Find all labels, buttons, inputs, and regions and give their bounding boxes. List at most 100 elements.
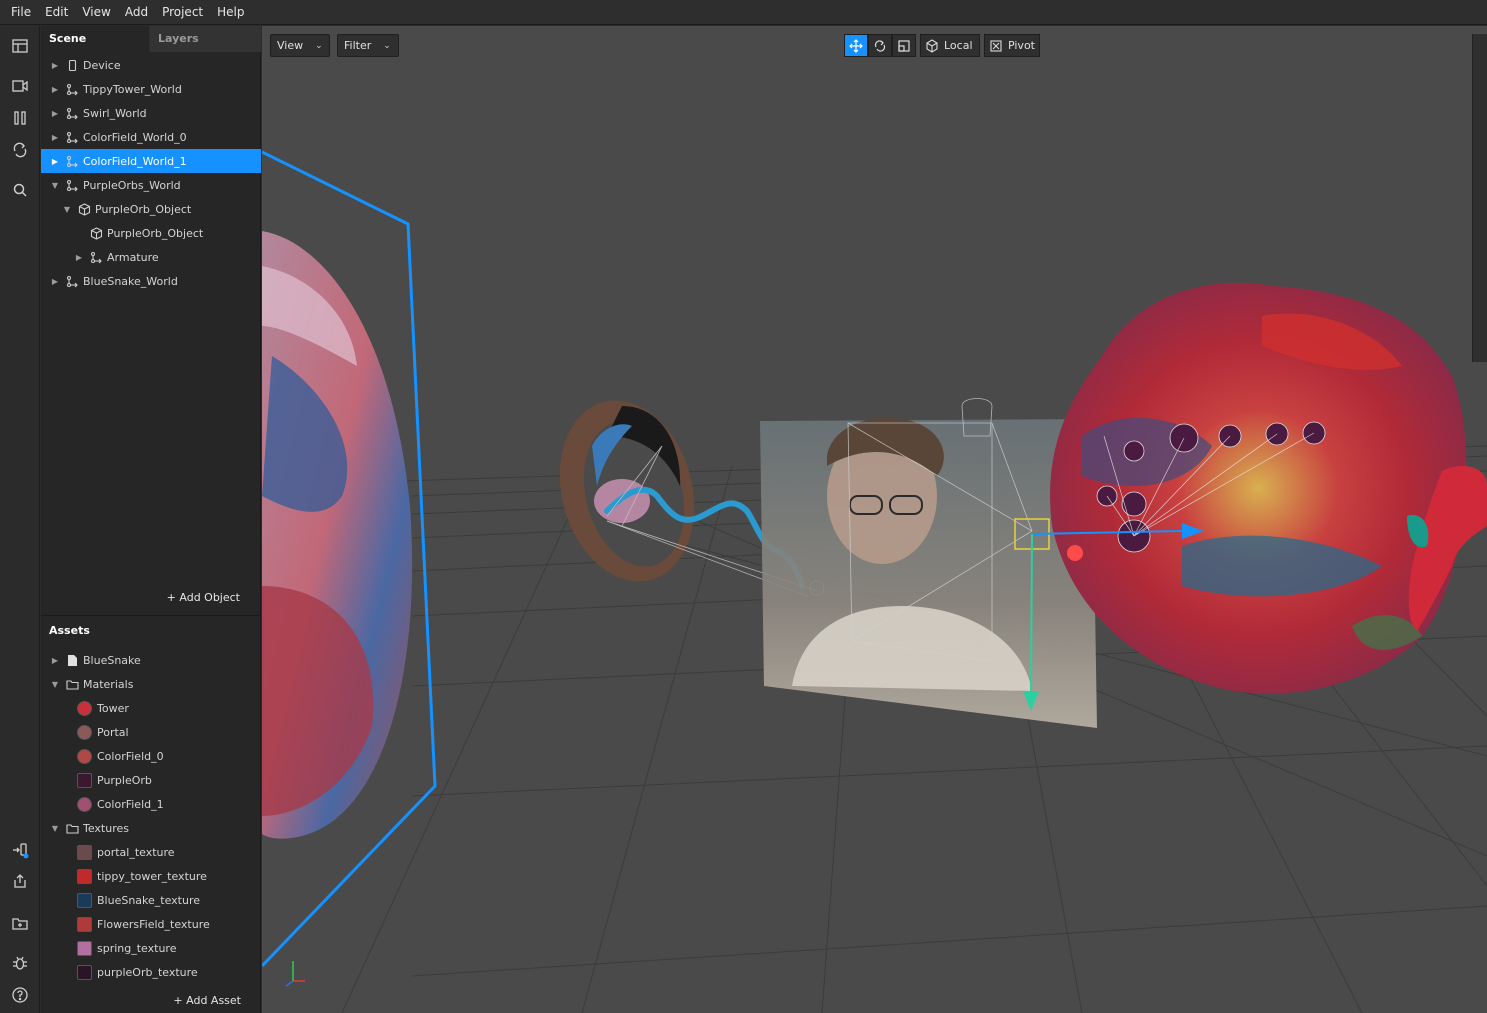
asset-item-label: Textures: [83, 821, 129, 835]
scale-tool-icon[interactable]: [892, 34, 916, 57]
caret-down-icon[interactable]: ▼: [62, 204, 72, 214]
pause-icon[interactable]: [8, 106, 32, 130]
cube-icon: [89, 226, 103, 240]
add-folder-icon[interactable]: [8, 911, 32, 935]
caret-right-icon[interactable]: ▶: [50, 60, 60, 70]
add-object-button[interactable]: + Add Object: [167, 591, 240, 604]
scene-item-colorfield-world-0[interactable]: ▶ ColorField_World_0: [41, 125, 261, 149]
viewport-render[interactable]: [262, 26, 1487, 1013]
caret-right-icon[interactable]: ▶: [74, 252, 84, 262]
menu-add[interactable]: Add: [118, 0, 155, 25]
caret-right-icon[interactable]: ▶: [50, 108, 60, 118]
asset-item-portal[interactable]: Portal: [41, 720, 261, 744]
scene-tabs: Scene Layers: [41, 26, 261, 52]
camera-preview-icon[interactable]: [8, 74, 32, 98]
scene-item-label: Armature: [107, 250, 159, 264]
filter-dropdown[interactable]: Filter ⌄: [337, 34, 399, 57]
tab-scene[interactable]: Scene: [41, 26, 149, 52]
bug-icon[interactable]: [8, 951, 32, 975]
assets-title: Assets: [49, 624, 90, 637]
caret-right-icon[interactable]: ▶: [50, 276, 60, 286]
device-pair-icon[interactable]: [8, 838, 32, 862]
rotate-tool-icon[interactable]: [868, 34, 892, 57]
asset-item-bluesnake[interactable]: ▶ BlueSnake: [41, 648, 261, 672]
asset-item-label: purpleOrb_texture: [97, 965, 198, 979]
caret-down-icon[interactable]: ▼: [50, 679, 60, 689]
asset-item-flowersfield-texture[interactable]: FlowersField_texture: [41, 912, 261, 936]
scene-item-bluesnake-world[interactable]: ▶ BlueSnake_World: [41, 269, 261, 293]
asset-item-label: tippy_tower_texture: [97, 869, 207, 883]
camera-video-plane[interactable]: [760, 417, 1097, 728]
transform-icon: [65, 154, 79, 168]
scene-item-colorfield-world-1[interactable]: ▶ ColorField_World_1: [41, 149, 261, 173]
menu-help[interactable]: Help: [210, 0, 251, 25]
caret-down-icon[interactable]: ▼: [50, 180, 60, 190]
chevron-down-icon: ⌄: [383, 40, 391, 51]
scene-item-purpleorb-object[interactable]: ▼ PurpleOrb_Object: [41, 197, 261, 221]
scene-item-label: ColorField_World_0: [83, 130, 187, 144]
scene-item-label: Swirl_World: [83, 106, 147, 120]
transform-icon: [65, 274, 79, 288]
menu-view[interactable]: View: [75, 0, 117, 25]
view-dropdown[interactable]: View ⌄: [270, 34, 330, 57]
caret-down-icon[interactable]: ▼: [50, 823, 60, 833]
search-icon[interactable]: [8, 178, 32, 202]
scene-item-purpleorbs-world[interactable]: ▼ PurpleOrbs_World: [41, 173, 261, 197]
share-icon[interactable]: [8, 869, 32, 893]
tab-layers[interactable]: Layers: [150, 26, 261, 52]
scene-item-device[interactable]: ▶ Device: [41, 53, 261, 77]
material-thumbnail-icon: [77, 772, 92, 788]
help-icon[interactable]: [8, 983, 32, 1007]
menu-project[interactable]: Project: [155, 0, 210, 25]
scene-item-purpleorb-object[interactable]: ▶PurpleOrb_Object: [41, 221, 261, 245]
scene-item-label: Device: [83, 58, 121, 72]
filter-label: Filter: [344, 39, 372, 52]
asset-item-portal-texture[interactable]: portal_texture: [41, 840, 261, 864]
asset-item-label: ColorField_1: [97, 797, 164, 811]
menu-edit[interactable]: Edit: [38, 0, 75, 25]
scene-panel: Scene Layers ▶ Device ▶ TippyTower_World ▶ Sw…: [41, 26, 261, 615]
scene-item-swirl-world[interactable]: ▶ Swirl_World: [41, 101, 261, 125]
view-label: View: [277, 39, 304, 52]
scene-item-tippytower-world[interactable]: ▶ TippyTower_World: [41, 77, 261, 101]
scene-item-label: PurpleOrbs_World: [83, 178, 181, 192]
world-axes-icon: [285, 961, 305, 987]
asset-item-label: ColorField_0: [97, 749, 164, 763]
folder-icon: [65, 821, 79, 835]
menu-file[interactable]: File: [4, 0, 38, 25]
asset-item-label: BlueSnake_texture: [97, 893, 201, 907]
asset-item-spring-texture[interactable]: spring_texture: [41, 936, 261, 960]
material-thumbnail-icon: [77, 724, 92, 740]
preview-panel-edge[interactable]: [1472, 34, 1487, 362]
folder-icon: [65, 677, 79, 691]
add-asset-button[interactable]: + Add Asset: [173, 994, 241, 1007]
asset-item-textures[interactable]: ▼ Textures: [41, 816, 261, 840]
pivot-toggle[interactable]: Pivot: [984, 34, 1040, 57]
caret-right-icon[interactable]: ▶: [50, 655, 60, 665]
asset-item-purpleorb[interactable]: PurpleOrb: [41, 768, 261, 792]
asset-item-colorfield-0[interactable]: ColorField_0: [41, 744, 261, 768]
gizmo-toolbar: Local Pivot: [844, 34, 1040, 57]
asset-item-tippy-tower-texture[interactable]: tippy_tower_texture: [41, 864, 261, 888]
asset-item-purpleorb-texture[interactable]: purpleOrb_texture: [41, 960, 261, 984]
move-tool-icon[interactable]: [844, 34, 868, 57]
panels-layout-icon[interactable]: [8, 34, 32, 58]
local-space-toggle[interactable]: Local: [920, 34, 980, 57]
refresh-icon[interactable]: [8, 138, 32, 162]
menu-bar: File Edit View Add Project Help: [0, 0, 1487, 25]
asset-item-tower[interactable]: Tower: [41, 696, 261, 720]
asset-item-bluesnake-texture[interactable]: BlueSnake_texture: [41, 888, 261, 912]
caret-right-icon[interactable]: ▶: [50, 132, 60, 142]
left-toolbar: [0, 26, 40, 1013]
caret-right-icon[interactable]: ▶: [50, 156, 60, 166]
device-icon: [65, 58, 79, 72]
texture-thumbnail-icon: [77, 868, 92, 884]
asset-item-label: Portal: [97, 725, 129, 739]
asset-item-materials[interactable]: ▼ Materials: [41, 672, 261, 696]
local-label: Local: [944, 39, 973, 52]
scene-viewport[interactable]: View ⌄ Filter ⌄ Local Pivot: [262, 26, 1487, 1013]
asset-item-colorfield-1[interactable]: ColorField_1: [41, 792, 261, 816]
caret-right-icon[interactable]: ▶: [50, 84, 60, 94]
scene-item-armature[interactable]: ▶ Armature: [41, 245, 261, 269]
chevron-down-icon: ⌄: [315, 40, 323, 51]
